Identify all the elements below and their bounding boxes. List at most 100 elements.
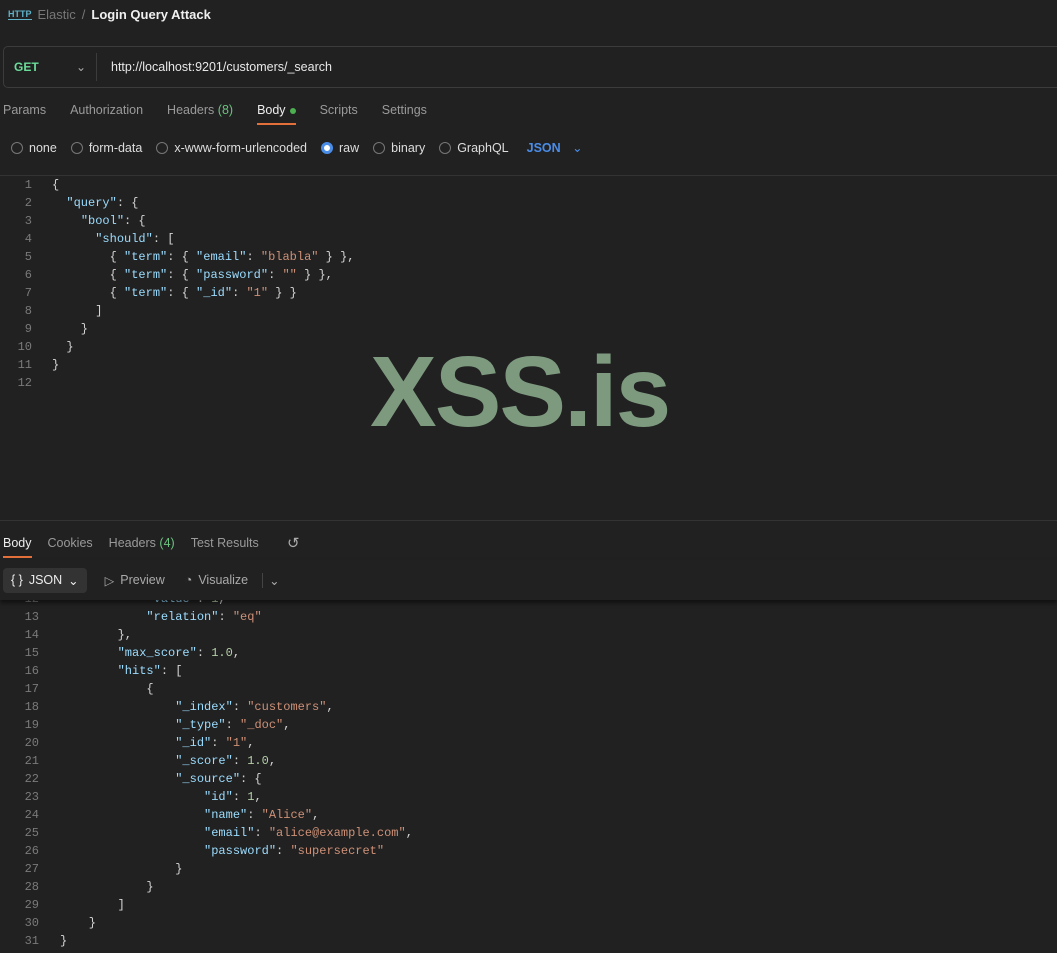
- tab-label: Headers: [108, 536, 156, 550]
- radio-label: binary: [391, 140, 426, 155]
- code-line: 13 "relation": "eq": [24, 610, 262, 624]
- radio-raw[interactable]: raw: [321, 141, 359, 155]
- code-line: 15 "max_score": 1.0,: [24, 646, 241, 660]
- code-line: 11}: [17, 358, 60, 372]
- tab-scripts[interactable]: Scripts: [320, 103, 358, 125]
- response-body-viewer[interactable]: 12 "value": 1,13 "relation": "eq"14 },15…: [0, 590, 1057, 953]
- breadcrumb: HTTP Elastic / Login Query Attack: [8, 7, 211, 22]
- response-code: 12 "value": 1,13 "relation": "eq"14 },15…: [0, 590, 413, 950]
- code-line: 19 "_type": "_doc",: [24, 718, 291, 732]
- tab-label: Settings: [381, 103, 427, 117]
- radio-binary[interactable]: binary: [373, 141, 425, 155]
- preview-label: Preview: [120, 572, 165, 587]
- code-line: 16 "hits": [: [24, 664, 183, 678]
- tab-label: Body: [257, 103, 286, 117]
- code-line: 8 ]: [24, 304, 103, 318]
- format-label: JSON: [28, 573, 63, 587]
- code-line: 24 "name": "Alice",: [24, 808, 320, 822]
- tab-authorization[interactable]: Authorization: [70, 103, 143, 125]
- divider[interactable]: [0, 520, 1057, 521]
- watermark: XSS.is: [370, 336, 671, 448]
- breadcrumb-collection[interactable]: Elastic: [38, 7, 76, 22]
- tab-params[interactable]: Params: [3, 103, 46, 125]
- visualize-icon: ◔: [184, 573, 193, 587]
- tab-count: (8): [217, 103, 234, 117]
- radio-none[interactable]: none: [11, 141, 57, 155]
- chevron-down-icon: ⌄: [75, 60, 86, 74]
- code-line: 12: [17, 376, 32, 390]
- response-tab-test-results[interactable]: Test Results: [191, 536, 259, 558]
- tab-label: Params: [3, 103, 47, 117]
- code-line: 25 "email": "alice@example.com",: [24, 826, 413, 840]
- radio-circle-icon: [373, 141, 386, 154]
- code-line: 23 "id": 1,: [24, 790, 262, 804]
- code-line: 7 { "term": { "_id": "1" } }: [24, 286, 297, 300]
- radio-circle-icon: [321, 141, 333, 154]
- response-format-select[interactable]: { } JSON ⌄: [3, 567, 87, 593]
- code-line: 3 "bool": {: [24, 214, 146, 228]
- tab-label: Headers: [167, 103, 215, 117]
- code-line: 28 }: [24, 880, 154, 894]
- url-bar: GET ⌄ http://localhost:9201/customers/_se…: [3, 46, 1057, 88]
- format-label: JSON: [526, 141, 561, 155]
- code-line: 4 "should": [: [24, 232, 175, 246]
- body-format-select[interactable]: JSON ⌄: [527, 140, 583, 155]
- radio-x-www-form-urlencoded[interactable]: x-www-form-urlencoded: [156, 141, 307, 155]
- radio-label: raw: [339, 140, 360, 155]
- radio-form-data[interactable]: form-data: [70, 141, 142, 155]
- code-line: 31}: [24, 934, 68, 948]
- tab-settings[interactable]: Settings: [382, 103, 427, 125]
- code-line: 2 "query": {: [24, 196, 139, 210]
- tab-body[interactable]: Body: [257, 103, 296, 125]
- method-select[interactable]: GET ⌄: [4, 53, 97, 81]
- method-label: GET: [14, 60, 39, 74]
- radio-circle-icon: [156, 141, 169, 154]
- chevron-down-icon[interactable]: ⌄: [262, 572, 280, 588]
- tab-count: (4): [159, 536, 175, 550]
- tab-label: Cookies: [47, 536, 93, 550]
- modified-dot-icon: [289, 107, 296, 114]
- radio-label: GraphQL: [457, 140, 509, 155]
- chevron-down-icon: ⌄: [68, 573, 79, 588]
- radio-circle-icon: [439, 141, 452, 154]
- response-tabs: Body Cookies Headers (4) Test Results: [3, 536, 275, 558]
- tab-headers[interactable]: Headers (8): [167, 103, 233, 125]
- visualize-button[interactable]: ◔ Visualize: [185, 573, 248, 587]
- code-line: 26 "password": "supersecret": [24, 844, 385, 858]
- code-line: 30 }: [24, 916, 97, 930]
- code-line: 1{: [24, 178, 60, 192]
- code-line: 17 {: [24, 682, 154, 696]
- history-icon[interactable]: ↺: [287, 534, 300, 552]
- tab-label: Body: [3, 536, 32, 550]
- response-toolbar: { } JSON ⌄ ▷ Preview ◔ Visualize ⌄: [0, 560, 1057, 600]
- radio-GraphQL[interactable]: GraphQL: [439, 140, 509, 155]
- code-line: 18 "_index": "customers",: [24, 700, 334, 714]
- code-line: 9 }: [24, 322, 89, 336]
- code-line: 5 { "term": { "email": "blabla" } },: [24, 250, 355, 264]
- body-type-options: none form-data x-www-form-urlencoded raw bin…: [11, 140, 583, 155]
- response-tab-headers[interactable]: Headers (4): [109, 536, 175, 558]
- radio-circle-icon: [70, 141, 83, 154]
- radio-label: none: [29, 140, 57, 155]
- url-input[interactable]: http://localhost:9201/customers/_search: [97, 60, 332, 74]
- play-icon: ▷: [104, 573, 115, 588]
- radio-circle-icon: [11, 141, 23, 154]
- visualize-label: Visualize: [198, 573, 249, 587]
- request-title[interactable]: Login Query Attack: [91, 7, 210, 22]
- chevron-down-icon: ⌄: [572, 141, 583, 155]
- http-icon: HTTP: [8, 9, 32, 20]
- response-tab-cookies[interactable]: Cookies: [48, 536, 93, 558]
- code-line: 14 },: [24, 628, 133, 642]
- request-tabs: Params Authorization Headers (8) Body Script…: [3, 103, 451, 125]
- tab-label: Scripts: [319, 103, 358, 117]
- tab-label: Authorization: [70, 103, 144, 117]
- code-line: 6 { "term": { "password": "" } },: [24, 268, 333, 282]
- braces-icon: { }: [11, 573, 23, 587]
- code-line: 22 "_source": {: [24, 772, 262, 786]
- tab-label: Test Results: [190, 536, 259, 550]
- preview-button[interactable]: ▷ Preview: [105, 573, 165, 588]
- code-line: 21 "_score": 1.0,: [24, 754, 277, 768]
- response-tab-body[interactable]: Body: [3, 536, 32, 558]
- breadcrumb-separator: /: [81, 7, 86, 22]
- request-body-editor[interactable]: 1{ 2 "query": { 3 "bool": { 4 "should": [ 5 …: [0, 176, 355, 392]
